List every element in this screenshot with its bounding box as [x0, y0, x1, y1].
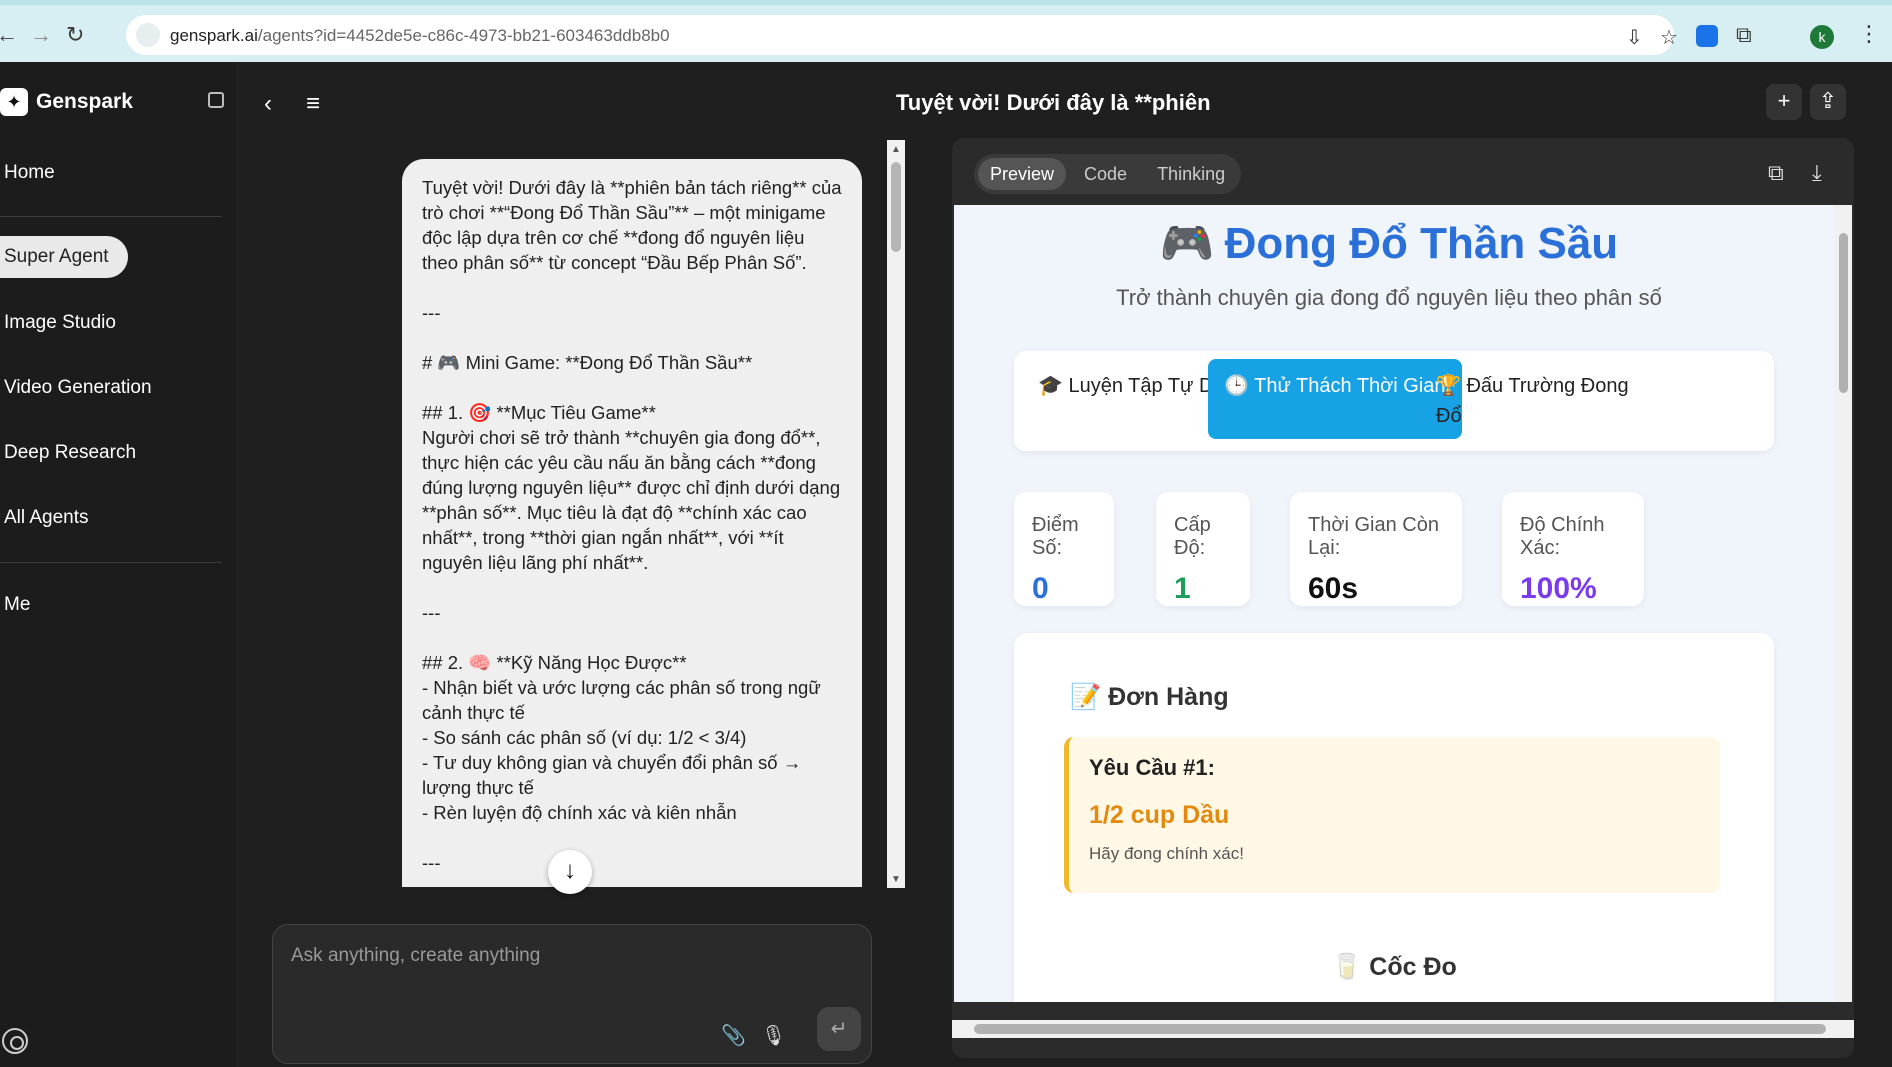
reload-icon[interactable]: ↻: [66, 23, 84, 47]
clock-icon: 🕒: [1224, 375, 1255, 397]
sidebar-item-all-agents[interactable]: All Agents: [4, 507, 89, 529]
sidebar-divider: [0, 216, 222, 217]
site-info-icon[interactable]: [136, 23, 160, 47]
order-hint: Hãy đong chính xác!: [1089, 844, 1244, 863]
extensions-puzzle-icon[interactable]: ⧉: [1736, 23, 1752, 47]
scrollbar-thumb[interactable]: [1839, 233, 1848, 393]
measuring-cup-heading: 🥛 Cốc Đo: [1331, 953, 1457, 981]
game-subtitle: Trở thành chuyên gia đong đổ nguyên liệu…: [1116, 285, 1662, 310]
order-heading: 📝 Đơn Hàng: [1070, 683, 1229, 711]
order-card: 📝 Đơn Hàng Yêu Cầu #1: 1/2 cup Dầu Hãy đ…: [1014, 633, 1774, 1002]
accuracy-value: 100%: [1520, 572, 1597, 605]
chat-input[interactable]: Ask anything, create anything 📎 🎙 ↵: [272, 924, 872, 1064]
preview-tabs: Preview Code Thinking: [974, 154, 1242, 194]
new-chat-plus-icon[interactable]: +: [1766, 84, 1802, 120]
microphone-icon[interactable]: 🎙: [761, 1023, 786, 1048]
forward-icon[interactable]: →: [30, 23, 52, 47]
url-text: genspark.ai/agents?id=4452de5e-c86c-4973…: [170, 26, 670, 45]
sidebar-item-me[interactable]: Me: [4, 594, 30, 616]
share-icon[interactable]: ⇪: [1810, 84, 1846, 120]
stat-accuracy: Độ Chính Xác: 100%: [1502, 492, 1644, 606]
send-button[interactable]: ↵: [817, 1007, 861, 1051]
tab-preview[interactable]: Preview: [978, 158, 1067, 190]
bookmark-star-icon[interactable]: ☆: [1660, 25, 1678, 50]
brand-logo[interactable]: ✦ Genspark: [0, 88, 133, 116]
sidebar: ✦ Genspark Home Super Agent Image Studio…: [0, 62, 236, 1067]
cup-icon: 🥛: [1331, 953, 1370, 981]
chat-scrollbar[interactable]: ▲ ▼: [887, 140, 905, 888]
sidebar-divider: [0, 562, 222, 563]
tab-thinking[interactable]: Thinking: [1145, 158, 1237, 190]
scroll-down-small-icon[interactable]: ▼: [891, 874, 901, 885]
order-request-box: Yêu Cầu #1: 1/2 cup Dầu Hãy đong chính x…: [1064, 737, 1720, 893]
time-left-value: 60s: [1308, 572, 1359, 605]
scroll-up-arrow-icon[interactable]: ▲: [891, 144, 901, 155]
menu-lines-icon[interactable]: ≡: [306, 90, 320, 118]
sidebar-item-image-studio[interactable]: Image Studio: [4, 312, 116, 334]
mode-selector: 🎓 Luyện Tập Tự Do 🕒 Thử Thách Thời Gian …: [1014, 351, 1774, 451]
download-icon[interactable]: ⤓: [1812, 160, 1822, 186]
graduation-cap-icon: 🎓: [1038, 375, 1069, 397]
brand-name: Genspark: [36, 90, 133, 113]
sidebar-item-video-generation[interactable]: Video Generation: [4, 377, 152, 399]
settings-icon[interactable]: [2, 1028, 28, 1054]
scroll-down-arrow-icon[interactable]: ↓: [548, 850, 592, 894]
preview-horizontal-scrollbar[interactable]: [952, 1020, 1854, 1038]
sidebar-toggle-icon[interactable]: [208, 92, 224, 108]
attach-paperclip-icon[interactable]: 📎: [721, 1023, 746, 1048]
preview-viewport: 🎮 Đong Đổ Thần Sầu Trở thành chuyên gia đ…: [954, 205, 1844, 1002]
trophy-icon: 🏆: [1436, 375, 1467, 397]
game-controller-icon: 🎮: [1159, 219, 1215, 268]
chat-title: Tuyệt vời! Dưới đây là **phiên: [896, 90, 1211, 115]
browser-menu-icon[interactable]: ⋮: [1858, 21, 1880, 47]
score-value: 0: [1032, 572, 1049, 605]
memo-icon: 📝: [1070, 683, 1109, 711]
mode-arena-button[interactable]: 🏆 Đấu Trường Đong Đổ: [1420, 359, 1674, 439]
order-request-label: Yêu Cầu #1:: [1089, 755, 1215, 780]
install-app-icon[interactable]: ⇩: [1626, 25, 1643, 50]
sidebar-item-super-agent[interactable]: Super Agent: [0, 236, 128, 278]
level-value: 1: [1174, 572, 1191, 605]
extension-icon[interactable]: [1696, 25, 1718, 47]
tab-code[interactable]: Code: [1072, 158, 1139, 190]
address-bar[interactable]: genspark.ai/agents?id=4452de5e-c86c-4973…: [126, 15, 1678, 55]
preview-vertical-scrollbar[interactable]: [1834, 205, 1852, 1002]
sidebar-item-deep-research[interactable]: Deep Research: [4, 442, 136, 464]
stat-time-left: Thời Gian Còn Lại: 60s: [1290, 492, 1462, 606]
preview-panel: Preview Code Thinking ⧉ ⤓ ✕ 🎮Đong Đổ Thầ…: [952, 138, 1854, 1058]
browser-toolbar: ← → ↻ genspark.ai/agents?id=4452de5e-c86…: [0, 0, 1892, 62]
sidebar-item-home[interactable]: Home: [4, 162, 55, 184]
scrollbar-thumb[interactable]: [891, 162, 901, 252]
chat-input-placeholder: Ask anything, create anything: [291, 945, 541, 966]
stat-level: Cấp Độ: 1: [1156, 492, 1250, 606]
main-area: ‹ ≡ Tuyệt vời! Dưới đây là **phiên + ⇪ T…: [236, 62, 1892, 1067]
profile-avatar[interactable]: k: [1810, 25, 1834, 49]
assistant-message: Tuyệt vời! Dưới đây là **phiên bản tách …: [402, 159, 862, 887]
open-external-icon[interactable]: ⧉: [1768, 160, 1784, 186]
scrollbar-thumb[interactable]: [974, 1024, 1826, 1034]
back-chevron-icon[interactable]: ‹: [264, 90, 272, 118]
game-title: 🎮 Đong Đổ Thần Sầu: [1159, 219, 1619, 268]
genspark-logo-icon: ✦: [0, 88, 28, 116]
back-icon[interactable]: ←: [0, 23, 18, 47]
stat-score: Điểm Số: 0: [1014, 492, 1114, 606]
order-amount: 1/2 cup Dầu: [1089, 801, 1230, 829]
